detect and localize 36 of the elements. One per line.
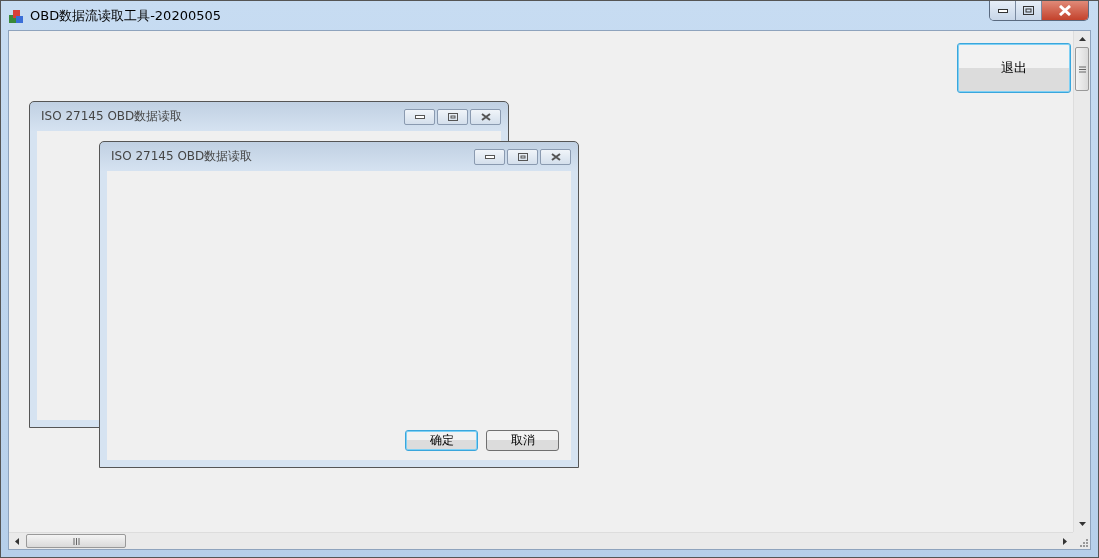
child-window-title: ISO 27145 OBD数据读取: [111, 148, 253, 165]
grip-icon: [1078, 65, 1086, 73]
horizontal-scrollbar[interactable]: [9, 532, 1073, 549]
close-button[interactable]: [1042, 1, 1088, 20]
app-icon: [8, 7, 24, 24]
grip-icon: [72, 537, 80, 545]
close-icon: [480, 112, 491, 121]
scroll-right-icon[interactable]: [1063, 537, 1067, 545]
maximize-icon: [447, 112, 458, 121]
minimize-icon: [484, 154, 495, 159]
maximize-button[interactable]: [437, 108, 468, 125]
maximize-icon: [517, 152, 528, 161]
resize-grip-icon[interactable]: [1080, 539, 1088, 547]
dialog-button[interactable]: 取消: [486, 430, 559, 451]
minimize-icon: [414, 114, 425, 119]
scroll-thumb[interactable]: [1075, 47, 1089, 91]
exit-button[interactable]: 退出: [957, 43, 1071, 93]
close-button[interactable]: [540, 148, 571, 165]
scroll-down-icon[interactable]: [1078, 522, 1086, 526]
close-icon: [550, 152, 561, 161]
minimize-button[interactable]: [404, 108, 435, 125]
scroll-thumb[interactable]: [26, 534, 126, 548]
dialog-button[interactable]: 确定: [405, 430, 478, 451]
maximize-icon: [1023, 6, 1034, 15]
child-window-title: ISO 27145 OBD数据读取: [41, 108, 183, 125]
window-title: OBD数据流读取工具-20200505: [30, 6, 222, 25]
maximize-button[interactable]: [1016, 1, 1042, 20]
minimize-button[interactable]: [474, 148, 505, 165]
minimize-icon: [997, 8, 1008, 13]
scroll-up-icon[interactable]: [1078, 37, 1086, 41]
close-button[interactable]: [470, 108, 501, 125]
close-icon: [1058, 5, 1072, 16]
scroll-left-icon[interactable]: [15, 537, 19, 545]
maximize-button[interactable]: [507, 148, 538, 165]
minimize-button[interactable]: [990, 1, 1016, 20]
vertical-scrollbar[interactable]: [1073, 31, 1090, 532]
